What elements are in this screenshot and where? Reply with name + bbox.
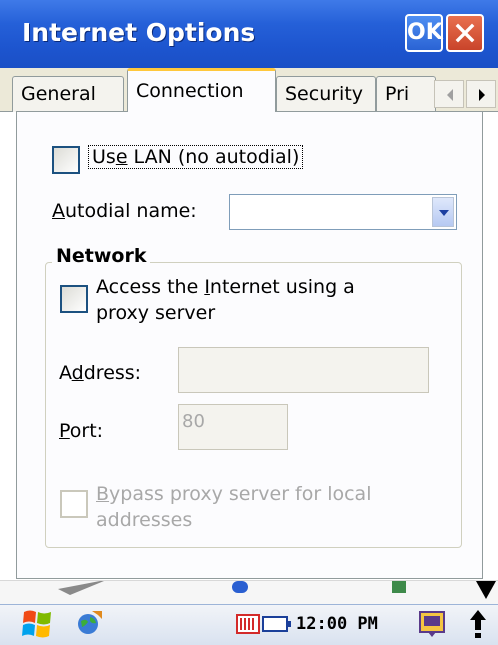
keyboard-icon[interactable] — [236, 614, 260, 634]
bypass-proxy-checkbox[interactable] — [60, 490, 88, 518]
use-lan-checkbox[interactable] — [52, 146, 80, 174]
use-lan-text-prefix: Us — [92, 146, 116, 168]
close-icon — [455, 23, 475, 43]
autodial-mnemonic: A — [52, 200, 65, 222]
use-lan-mnemonic: e — [115, 146, 128, 168]
bypass-mnemonic: B — [96, 483, 110, 505]
tab-security[interactable]: Security — [276, 76, 376, 112]
address-input[interactable] — [178, 347, 429, 393]
proxy-checkbox[interactable] — [60, 285, 88, 313]
input-panel-icon[interactable] — [418, 610, 446, 638]
tab-privacy[interactable]: Pri — [376, 76, 436, 112]
bypass-label-suffix: ypass proxy server for local — [109, 483, 372, 505]
use-lan-label[interactable]: Use LAN (no autodial) — [88, 145, 304, 169]
close-button[interactable] — [446, 14, 484, 52]
bypass-label-line2: addresses — [96, 509, 193, 531]
autodial-dropdown-button[interactable] — [432, 197, 454, 227]
arrow-left-icon — [447, 89, 453, 101]
port-label: Port: — [59, 420, 103, 442]
battery-icon[interactable] — [262, 615, 292, 633]
arrow-right-icon — [479, 89, 485, 101]
autodial-name-label: Autodial name: — [52, 200, 197, 222]
port-input[interactable]: 80 — [178, 404, 288, 450]
address-label: Address: — [59, 362, 141, 384]
autodial-label-suffix: utodial name: — [65, 200, 197, 222]
windows-start-icon[interactable] — [22, 609, 54, 639]
port-mnemonic: P — [59, 420, 70, 442]
autodial-name-select[interactable] — [229, 194, 457, 230]
chevron-down-icon — [439, 210, 449, 216]
ok-button[interactable]: OK — [405, 14, 443, 52]
tab-general[interactable]: General — [12, 76, 124, 112]
scroll-strip — [0, 580, 498, 605]
use-lan-focus-rect: Use LAN (no autodial) — [88, 145, 304, 169]
clock[interactable]: 12:00 PM — [296, 614, 378, 634]
port-label-suffix: ort: — [69, 420, 104, 442]
proxy-label-suffix: nternet using a — [209, 276, 355, 298]
use-lan-text-suffix: LAN (no autodial) — [127, 146, 300, 168]
scroll-strip-graphics — [58, 581, 496, 599]
tab-connection[interactable]: Connection — [127, 68, 276, 112]
tab-scroll-right-button[interactable] — [466, 80, 496, 108]
proxy-label-prefix: Access the — [96, 276, 205, 298]
window-title: Internet Options — [22, 18, 256, 47]
address-label-prefix: A — [59, 362, 72, 384]
network-globe-icon[interactable] — [76, 609, 104, 637]
up-arrow-icon[interactable] — [468, 608, 488, 640]
address-label-suffix: dress: — [83, 362, 142, 384]
proxy-checkbox-label[interactable]: Access the Internet using a proxy server — [96, 274, 355, 326]
bypass-proxy-label[interactable]: Bypass proxy server for local addresses — [96, 481, 371, 533]
address-mnemonic: d — [71, 362, 84, 384]
network-group-title: Network — [52, 245, 151, 267]
tab-scroll-left-button[interactable] — [434, 80, 464, 108]
proxy-label-line2: proxy server — [96, 302, 216, 324]
tab-scroll-arrows — [434, 80, 498, 108]
